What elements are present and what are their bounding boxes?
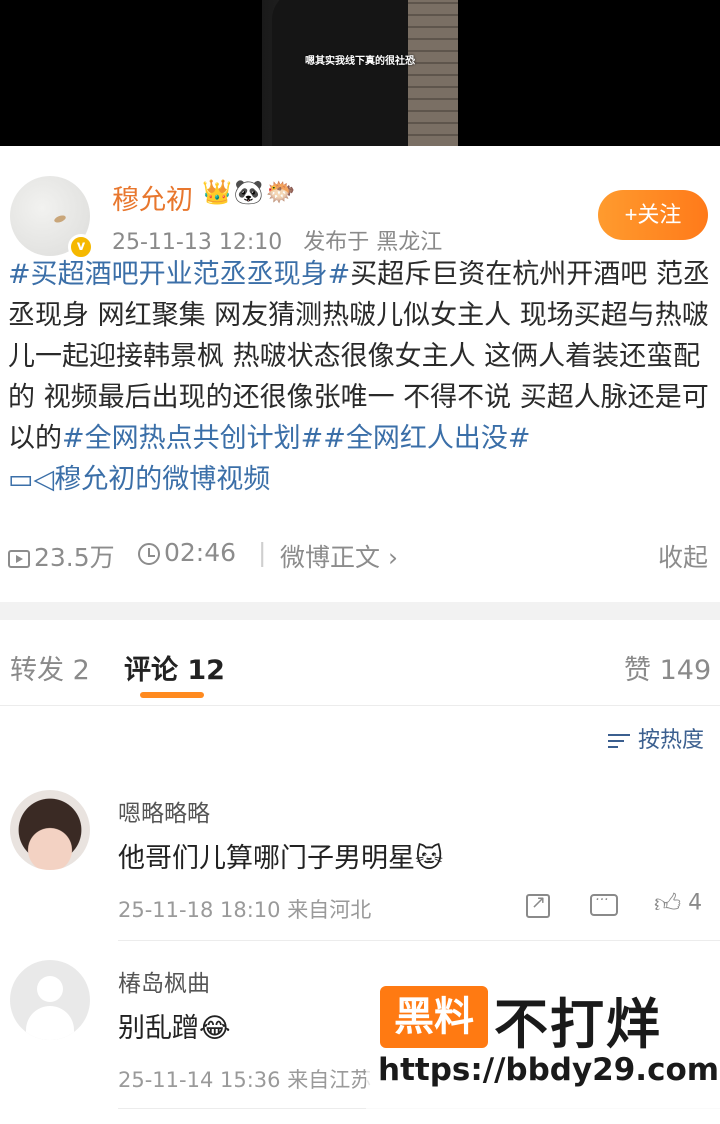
thumbs-up-icon: 👍︎	[654, 889, 682, 919]
share-icon	[526, 892, 550, 918]
commenter-avatar[interactable]	[10, 790, 90, 870]
video-link[interactable]: ▭◁穆允初的微博视频	[8, 464, 270, 495]
comment-text: 别乱蹭😂	[118, 1013, 231, 1044]
video-person-figure	[272, 0, 422, 146]
comment-time: 25-11-18 18:10	[118, 898, 281, 922]
video-link-label: 穆允初的微博视频	[54, 464, 271, 495]
commenter-name[interactable]: 嗯略略略	[118, 794, 210, 828]
video-background-wall	[408, 0, 458, 146]
post-date: 25-11-13 12:10	[112, 230, 283, 255]
play-icon	[8, 550, 30, 568]
duration-stat: 02:46	[138, 538, 236, 567]
comment-icon	[590, 892, 618, 916]
hashtag-link[interactable]: #全网红人出没#	[323, 423, 530, 454]
tab-comments[interactable]: 评论 12	[124, 648, 225, 687]
collapse-button[interactable]: 收起	[658, 538, 708, 574]
weibo-post: v 穆允初 👑🐼🐡 25-11-13 12:10 发布于 黑龙江 +关注 #买超…	[0, 146, 720, 602]
author-badge-icons: 👑🐼🐡	[202, 178, 298, 206]
share-button[interactable]	[526, 892, 550, 924]
chevron-right-icon: ›	[387, 543, 398, 572]
like-count: 4	[688, 890, 703, 916]
watermark-url: https://bbdy29.com	[378, 1052, 720, 1088]
commenter-avatar[interactable]	[10, 960, 90, 1040]
post-text: #买超酒吧开业范丞丞现身#买超斥巨资在杭州开酒吧 范丞丞现身 网红聚集 网友猜测…	[8, 254, 714, 500]
commenter-name[interactable]: 椿岛枫曲	[118, 964, 210, 998]
comment-location: 来自江苏	[287, 1068, 372, 1092]
comment-location: 来自河北	[287, 898, 372, 922]
comment-meta: 25-11-14 15:36 来自江苏	[118, 1064, 371, 1094]
video-caption: 嗯其实我线下真的很社恐	[305, 56, 415, 67]
views-count: 23.5万	[34, 543, 115, 572]
video-link-icon: ▭◁	[8, 464, 55, 495]
section-divider	[0, 602, 720, 620]
follow-button[interactable]: +关注	[598, 190, 708, 240]
comment-text: 他哥们儿算哪门子男明星🐱	[118, 843, 444, 874]
interaction-tabs: 转发 2 评论 12 赞 149	[0, 620, 720, 706]
post-meta: 25-11-13 12:10 发布于 黑龙江	[112, 224, 442, 256]
hashtag-link[interactable]: #买超酒吧开业范丞丞现身#	[8, 259, 350, 290]
author-avatar[interactable]: v	[10, 176, 94, 260]
duration-value: 02:46	[164, 538, 237, 567]
video-player[interactable]: 嗯其实我线下真的很社恐	[0, 0, 720, 146]
reply-button[interactable]	[590, 892, 618, 922]
video-thumbnail: 嗯其实我线下真的很社恐	[262, 0, 458, 146]
sort-toggle[interactable]: 按热度	[608, 722, 704, 754]
watermark-title: 不打烊	[494, 993, 662, 1056]
watermark-logo: 黑料	[380, 986, 488, 1048]
views-stat: 23.5万	[8, 538, 115, 574]
stats-divider: |	[258, 538, 267, 567]
avatar-plant-detail	[53, 214, 67, 224]
sort-icon	[608, 731, 634, 751]
sort-label: 按热度	[638, 728, 705, 753]
tab-likes[interactable]: 赞 149	[624, 648, 711, 687]
like-button[interactable]: 👍︎ 4	[654, 888, 702, 919]
author-name[interactable]: 穆允初	[112, 178, 193, 217]
comment-meta: 25-11-18 18:10 来自河北	[118, 894, 371, 924]
tab-repost[interactable]: 转发 2	[10, 648, 90, 687]
active-tab-indicator	[140, 692, 204, 698]
comment-time: 25-11-14 15:36	[118, 1068, 281, 1092]
post-stats: 23.5万 02:46 | 微博正文 › 收起	[8, 538, 712, 578]
clock-icon	[138, 543, 160, 565]
post-location: 发布于 黑龙江	[303, 230, 443, 255]
comment-divider	[118, 940, 720, 941]
hashtag-link[interactable]: #全网热点共创计划#	[62, 423, 323, 454]
source-link[interactable]: 微博正文 ›	[280, 538, 398, 574]
